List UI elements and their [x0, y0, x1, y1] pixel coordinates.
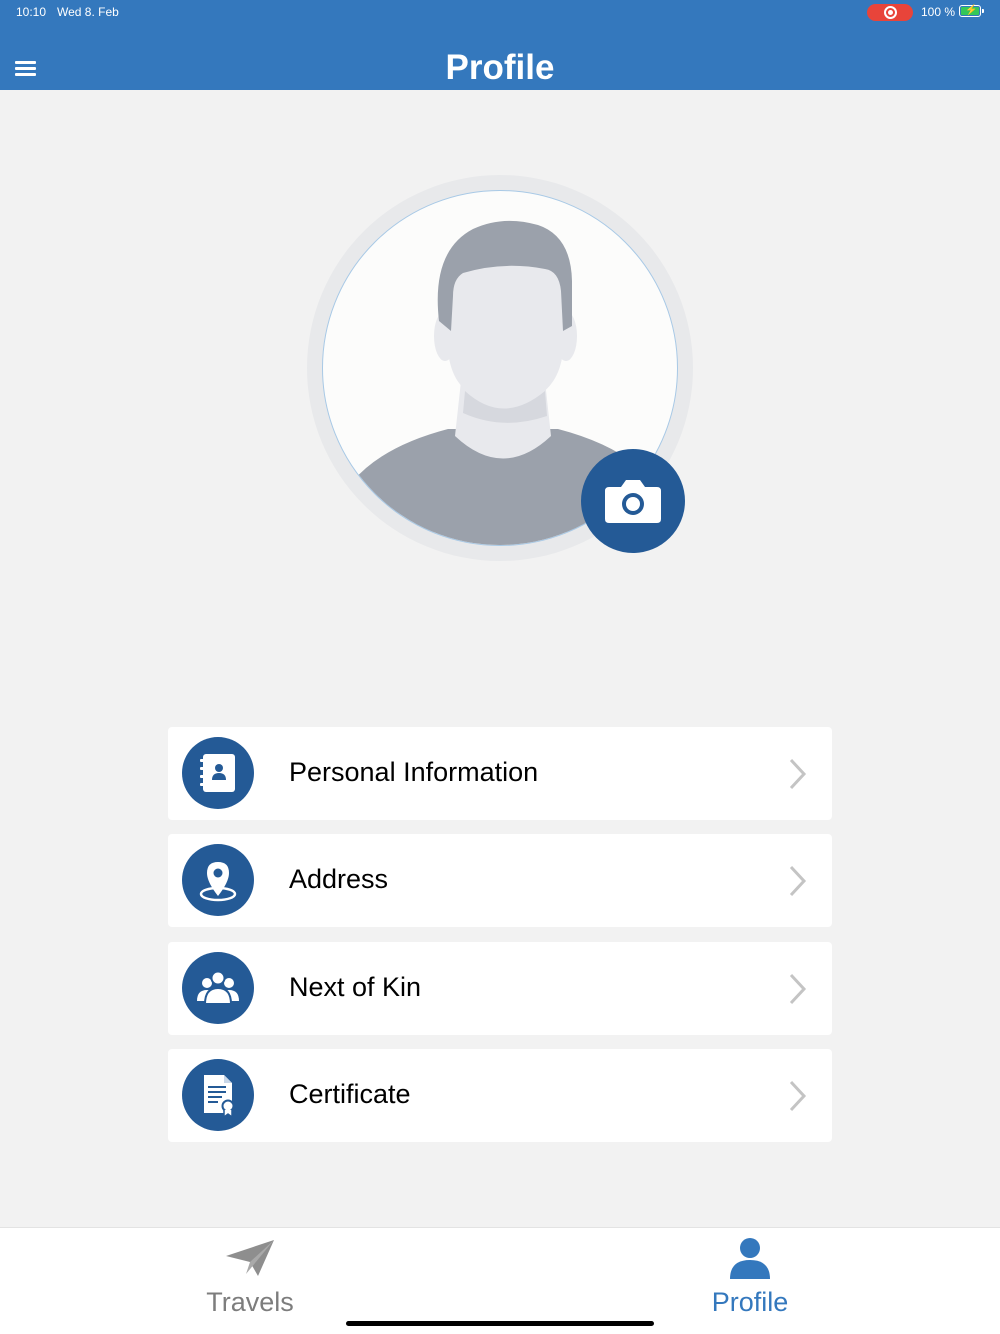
group-icon: [182, 952, 254, 1024]
chevron-right-icon: [789, 865, 807, 897]
contact-book-icon: [182, 737, 254, 809]
certificate-document-icon: [182, 1059, 254, 1131]
chevron-right-icon: [789, 758, 807, 790]
person-icon: [730, 1238, 770, 1279]
tab-travels[interactable]: Travels: [150, 1228, 350, 1328]
chevron-right-icon: [789, 1080, 807, 1112]
menu-item-address[interactable]: Address: [168, 834, 832, 927]
menu-item-label: Certificate: [289, 1079, 411, 1109]
status-time: 10:10: [16, 5, 47, 19]
menu-item-label: Personal Information: [289, 757, 539, 787]
screen-recording-indicator[interactable]: [867, 4, 913, 21]
page-title: Profile: [445, 48, 555, 87]
battery-icon: ⚡: [959, 5, 984, 17]
home-indicator[interactable]: [346, 1321, 654, 1326]
tab-bar: Travels Profile: [0, 1227, 1000, 1334]
change-photo-button[interactable]: [581, 449, 685, 553]
battery-percentage: 100 %: [921, 5, 956, 19]
menu-item-next-of-kin[interactable]: Next of Kin: [168, 942, 832, 1035]
location-pin-icon: [182, 844, 254, 916]
camera-icon: [605, 480, 661, 523]
tab-label: Profile: [711, 1287, 789, 1317]
record-dot-icon: [888, 10, 893, 15]
menu-item-personal-information[interactable]: Personal Information: [168, 727, 832, 820]
menu-item-certificate[interactable]: Certificate: [168, 1049, 832, 1142]
menu-item-label: Address: [289, 864, 389, 894]
top-bar: 10:10 Wed 8. Feb 100 % ⚡ Profile: [0, 0, 1000, 90]
tab-label: Travels: [206, 1287, 294, 1317]
tab-profile[interactable]: Profile: [650, 1228, 850, 1328]
chevron-right-icon: [789, 973, 807, 1005]
status-date: Wed 8. Feb: [57, 5, 119, 19]
menu-item-label: Next of Kin: [289, 972, 422, 1002]
paper-plane-icon: [226, 1240, 274, 1276]
